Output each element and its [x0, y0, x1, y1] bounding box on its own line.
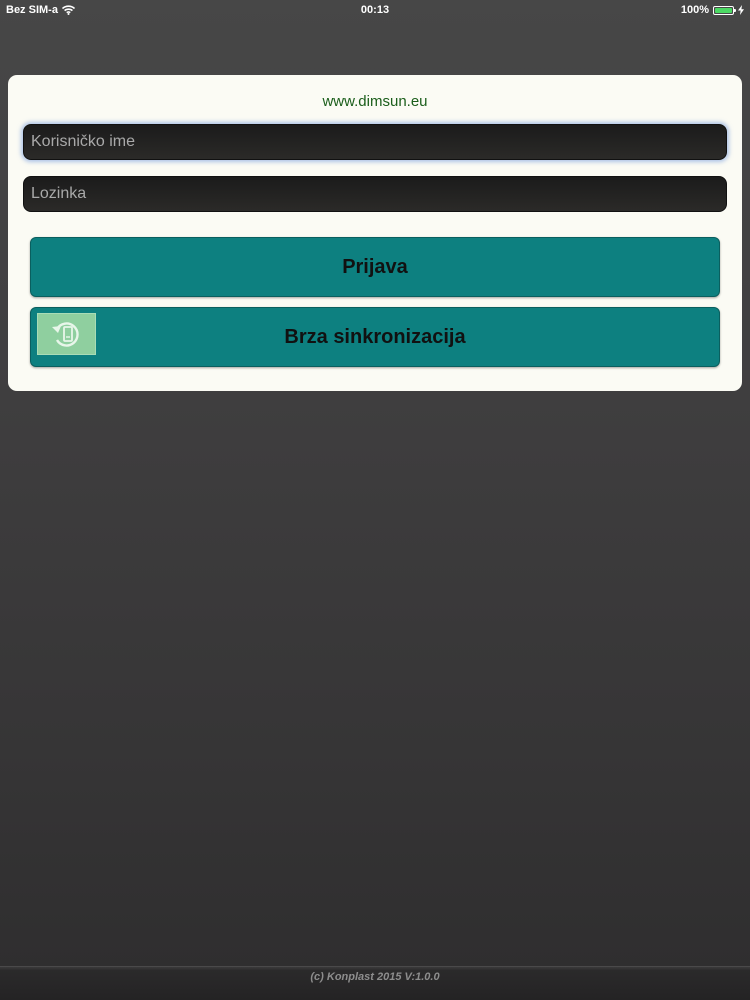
site-url: www.dimsun.eu: [322, 93, 428, 110]
copyright-text: (c) Konplast 2015 V:1.0.0: [310, 971, 440, 983]
charging-icon: [738, 5, 744, 15]
battery-fill: [715, 7, 732, 13]
battery-percent: 100%: [680, 4, 709, 16]
password-input[interactable]: [23, 176, 727, 212]
username-input[interactable]: [23, 124, 727, 160]
quick-sync-button[interactable]: Brza sinkronizacija: [30, 307, 720, 367]
status-right: 100%: [681, 4, 744, 16]
footer-bar: (c) Konplast 2015 V:1.0.0: [0, 966, 750, 1000]
login-button[interactable]: Prijava: [30, 237, 720, 297]
battery-icon: [713, 5, 736, 15]
login-panel: www.dimsun.eu Prijava Brza sinkronizacij…: [8, 75, 742, 391]
sync-icon: [37, 313, 96, 355]
status-bar: Bez SIM-a 00:13 100%: [0, 0, 750, 22]
sync-button-label: Brza sinkronizacija: [284, 325, 466, 348]
status-time: 00:13: [360, 4, 390, 16]
